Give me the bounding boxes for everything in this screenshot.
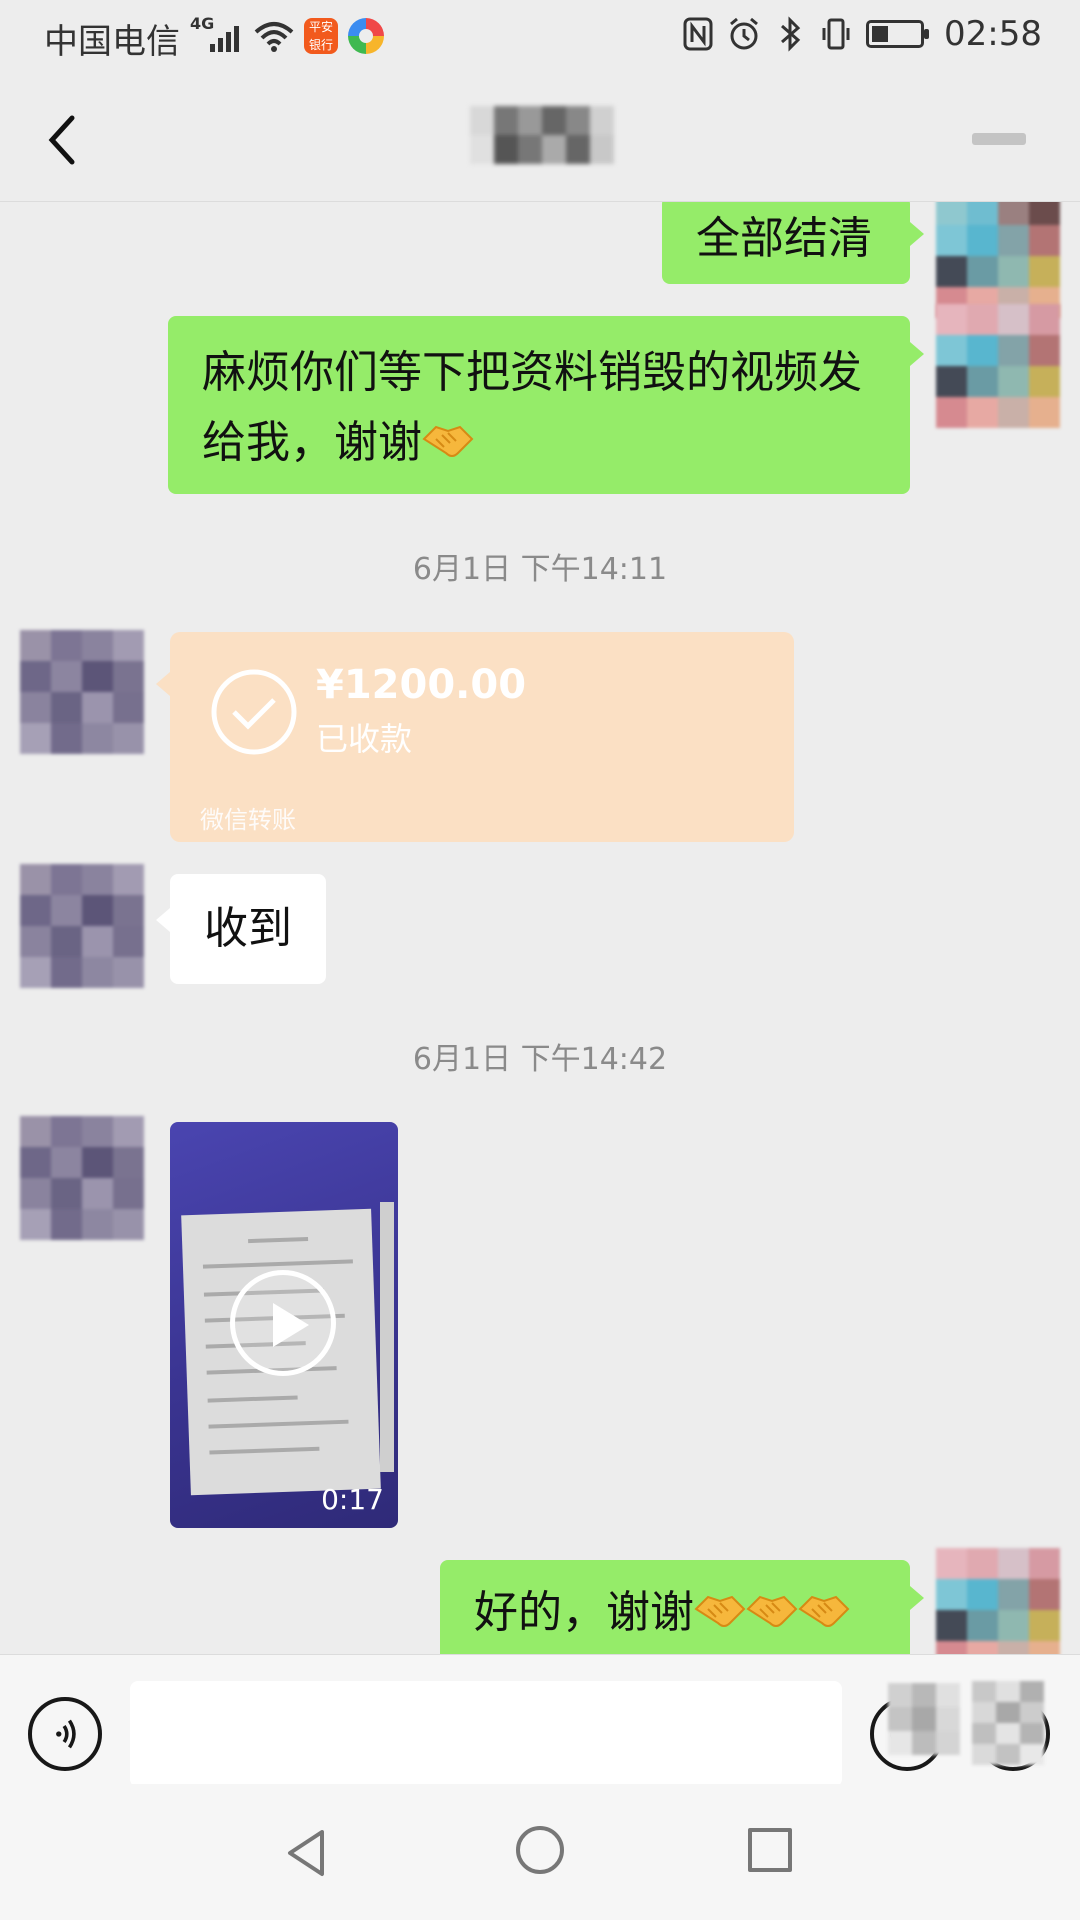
- redaction-mosaic: [972, 1681, 1044, 1765]
- message-input[interactable]: [130, 1681, 842, 1787]
- contact-avatar[interactable]: [20, 864, 144, 988]
- video-duration: 0:17: [321, 1483, 384, 1516]
- my-avatar[interactable]: [936, 202, 1060, 318]
- status-bar: 中国电信 4G 平安银行 02:58: [0, 0, 1080, 76]
- message-bubble-outgoing[interactable]: 好的，谢谢: [440, 1560, 924, 1654]
- nav-home-icon[interactable]: [516, 1826, 564, 1874]
- more-icon[interactable]: [968, 124, 1028, 154]
- message-bubble-outgoing[interactable]: 全部结清: [662, 202, 924, 284]
- message-bubble-outgoing[interactable]: 麻烦你们等下把资料销毁的视频发 给我，谢谢: [168, 316, 924, 494]
- transfer-amount: ¥1200.00: [316, 662, 527, 708]
- signal-icon: [210, 24, 246, 52]
- wifi-icon: [254, 22, 294, 52]
- voice-icon[interactable]: [28, 1697, 102, 1771]
- my-avatar[interactable]: [936, 304, 1060, 428]
- chat-header: [0, 76, 1080, 202]
- vibrate-icon: [822, 18, 850, 50]
- nav-back-icon[interactable]: [282, 1828, 332, 1878]
- contact-name-redacted: [470, 106, 614, 164]
- transfer-status: 已收款: [316, 720, 413, 758]
- bank-app-icon: 平安银行: [304, 18, 338, 54]
- handshake-emoji-icon: [422, 425, 474, 457]
- handshake-emoji-icon: [746, 1595, 798, 1627]
- transfer-label: 微信转账: [200, 806, 296, 834]
- timestamp: 6月1日 下午14:42: [412, 1042, 668, 1077]
- nav-recent-icon[interactable]: [748, 1828, 792, 1872]
- timestamp: 6月1日 下午14:11: [412, 552, 668, 587]
- carrier-name: 中国电信: [44, 22, 180, 62]
- redaction-mosaic: [888, 1683, 960, 1755]
- transfer-card[interactable]: ¥1200.00 已收款 微信转账: [156, 632, 794, 842]
- alarm-icon: [730, 17, 758, 50]
- app-notification-icon: [348, 18, 384, 54]
- message-bubble-incoming[interactable]: 收到: [156, 874, 326, 984]
- system-nav-bar: [0, 1784, 1080, 1920]
- play-icon[interactable]: [230, 1270, 336, 1376]
- check-circle-icon: [211, 669, 297, 755]
- battery-charging-icon: [866, 20, 930, 48]
- contact-avatar[interactable]: [20, 1116, 144, 1240]
- clock: 02:58: [944, 14, 1042, 54]
- input-bar: [0, 1654, 1080, 1787]
- nfc-icon: [683, 17, 713, 51]
- status-right: 02:58: [682, 14, 1042, 54]
- message-list[interactable]: 全部结清 麻烦你们等下把资料销毁的视频发 给我，谢谢 6月1日 下午14:11 …: [0, 202, 1080, 1654]
- video-message[interactable]: 0:17: [170, 1122, 398, 1528]
- chevron-left-icon[interactable]: [28, 104, 98, 174]
- handshake-emoji-icon: [694, 1595, 746, 1627]
- bluetooth-icon: [781, 16, 801, 52]
- contact-avatar[interactable]: [20, 630, 144, 754]
- my-avatar[interactable]: [936, 1548, 1060, 1654]
- handshake-emoji-icon: [798, 1595, 850, 1627]
